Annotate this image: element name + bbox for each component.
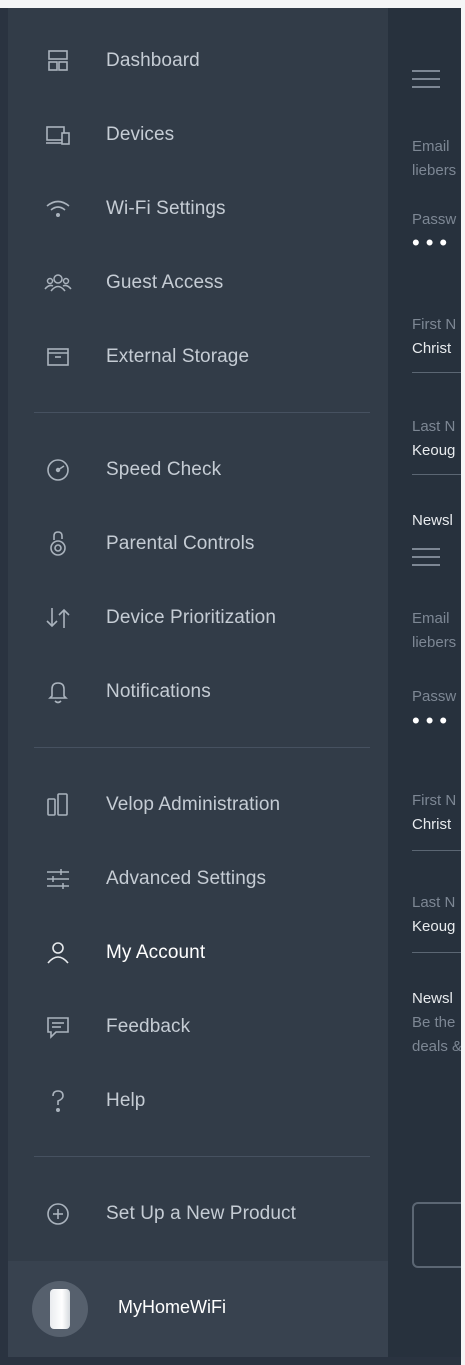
- last-name-value[interactable]: Keoug: [412, 918, 455, 935]
- divider: [34, 1156, 370, 1157]
- divider: [34, 412, 370, 413]
- dashboard-icon: [44, 47, 72, 75]
- newsletter-label: Newsl: [412, 990, 453, 1007]
- last-name-label: Last N: [412, 894, 456, 911]
- question-mark-icon: [44, 1087, 72, 1115]
- right-edge: [461, 0, 465, 1365]
- nav-item-dashboard[interactable]: Dashboard: [8, 36, 388, 86]
- nav-label: Dashboard: [106, 50, 200, 71]
- nav-item-advanced-settings[interactable]: Advanced Settings: [8, 854, 388, 904]
- last-name-value[interactable]: Keoug: [412, 442, 455, 459]
- hamburger-menu-icon[interactable]: [412, 70, 440, 90]
- sliders-icon: [44, 865, 72, 893]
- newsletter-description: deals &: [412, 1038, 461, 1055]
- nav-item-external-storage[interactable]: External Storage: [8, 332, 388, 382]
- nav-item-velop-administration[interactable]: Velop Administration: [8, 780, 388, 830]
- user-icon: [44, 939, 72, 967]
- plus-circle-icon: [44, 1200, 72, 1228]
- nav-item-wifi-settings[interactable]: Wi-Fi Settings: [8, 184, 388, 234]
- nav-item-help[interactable]: Help: [8, 1076, 388, 1126]
- nav-label: Parental Controls: [106, 533, 255, 554]
- nav-item-notifications[interactable]: Notifications: [8, 667, 388, 717]
- nav-item-speed-check[interactable]: Speed Check: [8, 445, 388, 495]
- guest-access-icon: [44, 269, 72, 297]
- nav-label: External Storage: [106, 346, 250, 367]
- app-frame: Dashboard Devices Wi-Fi Settings Guest A…: [0, 0, 465, 1365]
- nav-item-set-up-new-product[interactable]: Set Up a New Product: [8, 1189, 388, 1239]
- chat-bubble-icon: [44, 1013, 72, 1041]
- email-value[interactable]: liebers: [412, 634, 456, 651]
- nav-label: My Account: [106, 942, 206, 963]
- network-footer[interactable]: MyHomeWiFi: [8, 1261, 388, 1357]
- nav-item-my-account[interactable]: My Account: [8, 928, 388, 978]
- email-label: Email: [412, 610, 450, 627]
- nav-label: Feedback: [106, 1016, 191, 1037]
- email-value[interactable]: liebers: [412, 162, 456, 179]
- nav-label: Velop Administration: [106, 794, 281, 815]
- nav-label: Help: [106, 1090, 146, 1111]
- first-name-label: First N: [412, 792, 457, 809]
- first-name-label: First N: [412, 316, 457, 333]
- panel-button[interactable]: [412, 1202, 461, 1268]
- nav-item-devices[interactable]: Devices: [8, 110, 388, 160]
- password-label: Passw: [412, 688, 457, 705]
- nav-item-device-prioritization[interactable]: Device Prioritization: [8, 593, 388, 643]
- hamburger-menu-icon[interactable]: [412, 548, 440, 568]
- velop-nodes-icon: [44, 791, 72, 819]
- nav-label: Devices: [106, 124, 175, 145]
- top-edge: [0, 0, 465, 8]
- nav-item-feedback[interactable]: Feedback: [8, 1002, 388, 1052]
- nav-item-parental-controls[interactable]: Parental Controls: [8, 519, 388, 569]
- devices-icon: [44, 121, 72, 149]
- field-underline: [412, 952, 461, 953]
- velop-node-image: [50, 1289, 70, 1329]
- network-name: MyHomeWiFi: [118, 1297, 226, 1317]
- nav-label: Guest Access: [106, 272, 224, 293]
- nav-label: Device Prioritization: [106, 607, 276, 628]
- first-name-value[interactable]: Christ: [412, 340, 451, 357]
- account-panel: Email liebers Passw ••• First N Christ L…: [388, 8, 461, 1357]
- nav-label: Speed Check: [106, 459, 222, 480]
- last-name-label: Last N: [412, 418, 456, 435]
- nav-label: Wi-Fi Settings: [106, 198, 226, 219]
- newsletter-label: Newsl: [412, 512, 453, 529]
- password-value[interactable]: •••: [412, 708, 453, 734]
- field-underline: [412, 474, 461, 475]
- external-storage-icon: [44, 343, 72, 371]
- email-label: Email: [412, 138, 450, 155]
- parental-controls-icon: [44, 530, 72, 558]
- wifi-icon: [44, 195, 72, 223]
- navigation-sidebar: Dashboard Devices Wi-Fi Settings Guest A…: [8, 8, 388, 1357]
- bell-icon: [44, 678, 72, 706]
- speedometer-icon: [44, 456, 72, 484]
- nav-item-guest-access[interactable]: Guest Access: [8, 258, 388, 308]
- divider: [34, 747, 370, 748]
- newsletter-description: Be the: [412, 1014, 456, 1031]
- nav-label: Notifications: [106, 681, 211, 702]
- first-name-value[interactable]: Christ: [412, 816, 451, 833]
- password-label: Passw: [412, 211, 457, 228]
- password-value[interactable]: •••: [412, 230, 453, 256]
- avatar: [32, 1281, 88, 1337]
- field-underline: [412, 372, 461, 373]
- field-underline: [412, 850, 461, 851]
- nav-label: Set Up a New Product: [106, 1203, 296, 1224]
- nav-label: Advanced Settings: [106, 868, 267, 889]
- prioritization-arrows-icon: [44, 604, 72, 632]
